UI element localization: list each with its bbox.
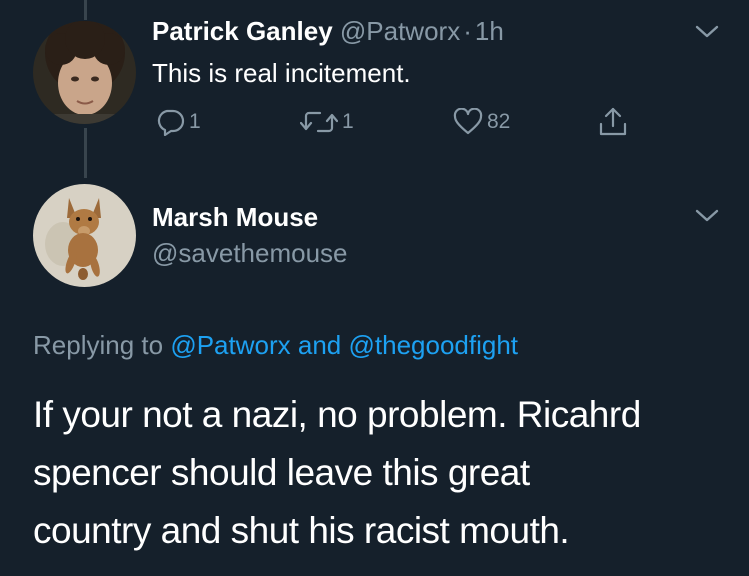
avatar[interactable] — [33, 184, 136, 287]
avatar-image — [33, 21, 136, 124]
handle[interactable]: @Patworx — [340, 16, 460, 46]
tweet-text-line: spencer should leave this great — [33, 452, 530, 493]
replying-and[interactable]: and — [298, 330, 341, 360]
tweet-text-line: If your not a nazi, no problem. Ricahrd — [33, 394, 641, 435]
share-button[interactable] — [597, 106, 629, 138]
chevron-down-icon[interactable] — [694, 208, 720, 229]
tweet-text: If your not a nazi, no problem. Ricahrd … — [33, 386, 641, 560]
reply-button[interactable]: 1 — [155, 108, 201, 136]
retweet-icon — [300, 108, 338, 136]
handle[interactable]: @savethemouse — [152, 238, 348, 269]
thread-line-top — [84, 0, 87, 20]
thread-line-middle — [84, 128, 87, 178]
tweet-text-line: country and shut his racist mouth. — [33, 510, 570, 551]
display-name[interactable]: Patrick Ganley — [152, 16, 333, 46]
mention-link-thegoodfight[interactable]: @thegoodfight — [349, 330, 519, 360]
retweet-button[interactable]: 1 — [300, 108, 354, 136]
display-name[interactable]: Marsh Mouse — [152, 202, 318, 233]
reply-icon — [155, 108, 185, 136]
avatar[interactable] — [33, 21, 136, 124]
like-count: 82 — [487, 110, 511, 133]
like-button[interactable]: 82 — [453, 108, 510, 136]
chevron-down-icon[interactable] — [694, 24, 720, 45]
separator-dot: · — [463, 16, 472, 46]
share-icon — [597, 106, 629, 138]
tweet-text: This is real incitement. — [152, 58, 411, 88]
timestamp[interactable]: 1h — [475, 16, 504, 46]
reply-count: 1 — [189, 110, 201, 133]
like-icon — [453, 108, 483, 136]
mention-link-patworx[interactable]: @Patworx — [170, 330, 290, 360]
avatar-image — [33, 184, 136, 287]
tweet-header: Patrick Ganley @Patworx · 1h — [152, 16, 504, 47]
replying-to: Replying to @Patworx and @thegoodfight — [33, 330, 518, 361]
replying-to-label: Replying to — [33, 330, 164, 360]
retweet-count: 1 — [342, 110, 354, 133]
